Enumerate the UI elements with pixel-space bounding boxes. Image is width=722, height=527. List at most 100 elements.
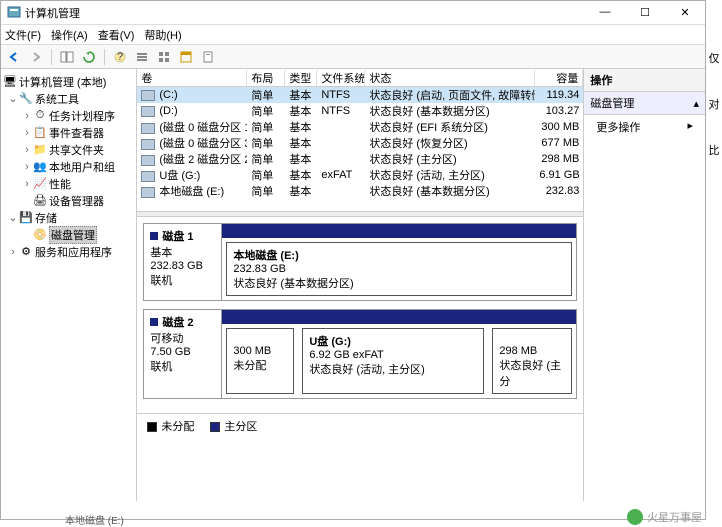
tree-device[interactable]: 设备管理器: [49, 193, 104, 209]
disk-indicator-icon: [150, 232, 158, 240]
disk2-bar: [222, 310, 576, 324]
side-char: 仅: [709, 50, 720, 66]
tree-perf[interactable]: 性能: [49, 176, 71, 192]
volume-row[interactable]: (C:)简单基本NTFS状态良好 (启动, 页面文件, 故障转储, 基本数据分区…: [137, 87, 583, 103]
list-icon[interactable]: [133, 48, 151, 66]
device-icon: 🖨: [33, 194, 47, 207]
drive-icon: [141, 171, 155, 182]
col-status[interactable]: 状态: [365, 70, 535, 86]
disk2-partition-1[interactable]: 300 MB 未分配: [226, 328, 294, 394]
volume-row[interactable]: (磁盘 2 磁盘分区 2)简单基本状态良好 (主分区)298 MB: [137, 151, 583, 167]
disk-icon: 📀: [33, 228, 47, 241]
event-icon: 📋: [33, 126, 47, 139]
detail-icon[interactable]: [177, 48, 195, 66]
part-size: 232.83 GB: [233, 263, 565, 275]
external-side-text: 仅 对 比: [706, 0, 722, 527]
disk1-partition-e[interactable]: 本地磁盘 (E:) 232.83 GB 状态良好 (基本数据分区): [226, 242, 572, 296]
col-volume[interactable]: 卷: [137, 70, 247, 86]
users-icon: 👥: [33, 160, 47, 173]
legend-unalloc: 未分配: [161, 421, 194, 433]
part-title: U盘 (G:): [309, 333, 477, 349]
tree-root[interactable]: 计算机管理 (本地): [19, 74, 106, 90]
volume-list-header: 卷 布局 类型 文件系统 状态 容量: [137, 69, 583, 87]
refresh-icon[interactable]: [80, 48, 98, 66]
menu-action[interactable]: 操作(A): [51, 27, 88, 43]
tree-share[interactable]: 共享文件夹: [49, 142, 104, 158]
volume-row[interactable]: (D:)简单基本NTFS状态良好 (基本数据分区)103.27: [137, 103, 583, 119]
volume-row[interactable]: (磁盘 0 磁盘分区 3)简单基本状态良好 (恢复分区)677 MB: [137, 135, 583, 151]
disk-2-block: 磁盘 2 可移动 7.50 GB 联机 300 MB 未分配: [143, 309, 577, 399]
help-icon[interactable]: ?: [111, 48, 129, 66]
tree-event[interactable]: 事件查看器: [49, 125, 104, 141]
grid-icon[interactable]: [155, 48, 173, 66]
side-char: 比: [709, 142, 720, 158]
back-icon[interactable]: [5, 48, 23, 66]
services-icon: ⚙: [19, 245, 33, 258]
tree-storage[interactable]: 存储: [35, 210, 57, 226]
part-status: 未分配: [233, 357, 287, 373]
drive-icon: [141, 155, 155, 166]
disk-indicator-icon: [150, 318, 158, 326]
folder-icon: 🔧: [19, 92, 33, 105]
task-icon: ⏱: [33, 109, 47, 122]
expand-icon[interactable]: ›: [21, 144, 33, 156]
expand-icon[interactable]: ›: [21, 178, 33, 190]
bottom-fragment: 本地磁盘 (E:): [65, 512, 124, 527]
storage-icon: 💾: [19, 211, 33, 224]
chevron-right-icon: ▸: [687, 119, 693, 132]
part-size: 300 MB: [233, 345, 287, 357]
computer-icon: 🖥: [3, 75, 17, 88]
volume-row[interactable]: 本地磁盘 (E:)简单基本状态良好 (基本数据分区)232.83: [137, 183, 583, 199]
col-layout[interactable]: 布局: [247, 70, 285, 86]
legend-unalloc-swatch: [147, 422, 157, 432]
disk1-bar: [222, 224, 576, 238]
watermark: 火星万事屋: [627, 509, 702, 525]
tree-services[interactable]: 服务和应用程序: [35, 244, 112, 260]
actions-section[interactable]: 磁盘管理 ▴: [584, 92, 705, 115]
disk2-partition-3[interactable]: 298 MB 状态良好 (主分: [492, 328, 572, 394]
actions-header: 操作: [584, 69, 705, 92]
menu-help[interactable]: 帮助(H): [144, 27, 181, 43]
expand-icon[interactable]: ›: [7, 246, 19, 258]
menu-view[interactable]: 查看(V): [98, 27, 135, 43]
drive-icon: [141, 106, 155, 117]
legend: 未分配 主分区: [137, 413, 583, 438]
actions-section-label: 磁盘管理: [590, 95, 634, 111]
disk2-partition-g[interactable]: U盘 (G:) 6.92 GB exFAT 状态良好 (活动, 主分区): [302, 328, 484, 394]
volume-row[interactable]: (磁盘 0 磁盘分区 1)简单基本状态良好 (EFI 系统分区)300 MB: [137, 119, 583, 135]
tree-users[interactable]: 本地用户和组: [49, 159, 115, 175]
col-fs[interactable]: 文件系统: [317, 70, 365, 86]
actions-more[interactable]: 更多操作 ▸: [584, 115, 705, 139]
part-status: 状态良好 (主分: [499, 357, 565, 389]
maximize-button[interactable]: ☐: [631, 6, 659, 19]
expand-icon[interactable]: ›: [21, 110, 33, 122]
props-icon[interactable]: [199, 48, 217, 66]
volume-row[interactable]: U盘 (G:)简单基本exFAT状态良好 (活动, 主分区)6.91 GB: [137, 167, 583, 183]
disk2-name: 磁盘 2: [162, 317, 193, 329]
tree-task[interactable]: 任务计划程序: [49, 108, 115, 124]
tree-diskmgmt[interactable]: 磁盘管理: [49, 226, 97, 244]
forward-icon[interactable]: [27, 48, 45, 66]
col-cap[interactable]: 容量: [535, 70, 583, 86]
collapse-icon[interactable]: ⌄: [7, 211, 19, 224]
expand-icon[interactable]: ›: [21, 161, 33, 173]
minimize-button[interactable]: —: [591, 6, 619, 19]
share-icon: 📁: [33, 143, 47, 156]
drive-icon: [141, 90, 155, 101]
col-type[interactable]: 类型: [285, 70, 317, 86]
disk1-state: 联机: [150, 272, 215, 288]
close-button[interactable]: ✕: [671, 6, 699, 19]
menu-file[interactable]: 文件(F): [5, 27, 41, 43]
part-status: 状态良好 (基本数据分区): [233, 275, 565, 291]
disk1-kind: 基本: [150, 244, 215, 260]
collapse-icon[interactable]: ▴: [693, 97, 699, 110]
actions-more-label: 更多操作: [596, 122, 640, 134]
part-size: 6.92 GB exFAT: [309, 349, 477, 361]
side-char: 对: [709, 96, 720, 112]
legend-primary-swatch: [210, 422, 220, 432]
views-icon[interactable]: [58, 48, 76, 66]
legend-primary: 主分区: [224, 421, 257, 433]
expand-icon[interactable]: ›: [21, 127, 33, 139]
tree-systools[interactable]: 系统工具: [35, 91, 79, 107]
collapse-icon[interactable]: ⌄: [7, 92, 19, 105]
